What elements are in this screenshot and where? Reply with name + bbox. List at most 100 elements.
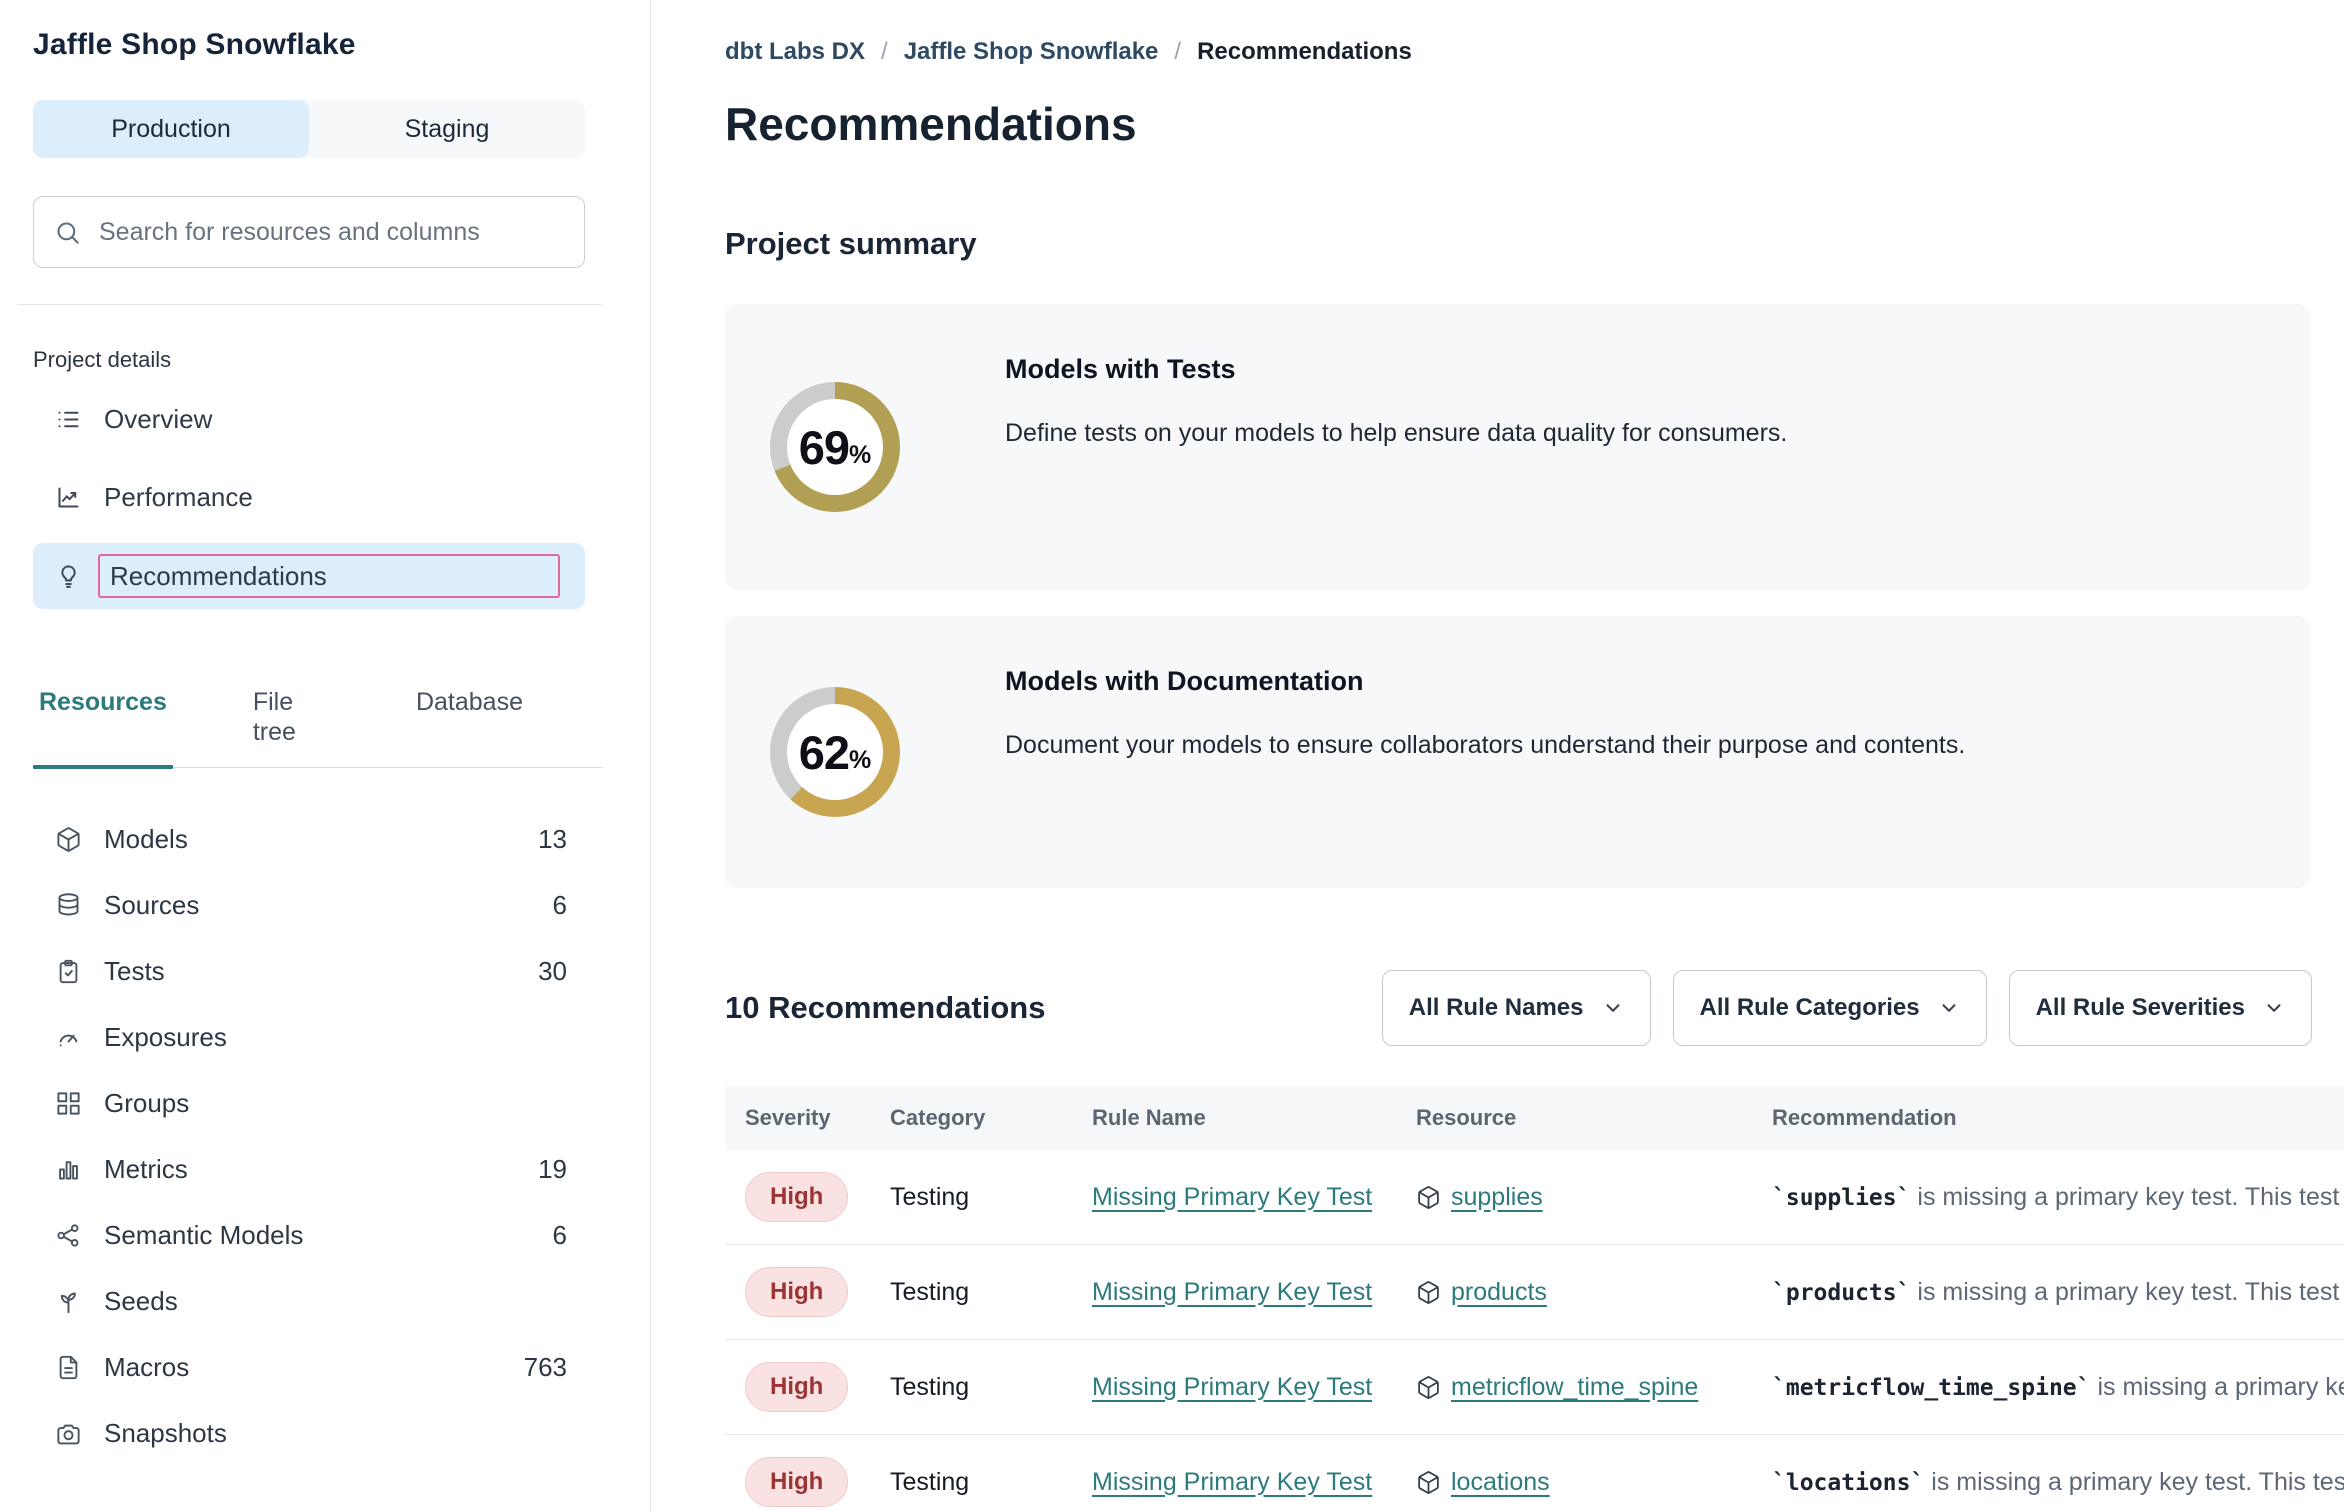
tab-file-tree[interactable]: File tree — [247, 687, 336, 767]
sidebar-divider — [17, 304, 602, 305]
recommendations-table: Severity Category Rule Name Resource Rec… — [725, 1086, 2344, 1512]
card-title: Models with Documentation — [1005, 664, 1965, 698]
breadcrumb: dbt Labs DX / Jaffle Shop Snowflake / Re… — [725, 38, 2344, 66]
recommendation-cell: `supplies` is missing a primary key test… — [1772, 1183, 2344, 1212]
rule-name-link[interactable]: Missing Primary Key Test — [1092, 1468, 1372, 1496]
resource-label: Groups — [104, 1088, 567, 1119]
clipboard-check-icon — [55, 958, 82, 985]
rule-name-link[interactable]: Missing Primary Key Test — [1092, 1183, 1372, 1211]
resource-link[interactable]: products — [1451, 1278, 1547, 1307]
sidebar-item-recommendations[interactable]: Recommendations — [33, 543, 585, 609]
filters: All Rule Names All Rule Categories All R… — [1382, 970, 2312, 1046]
app-root: Jaffle Shop Snowflake Production Staging… — [0, 0, 2344, 1512]
category-cell: Testing — [890, 1373, 1092, 1402]
sidebar-item-label: Overview — [104, 404, 212, 435]
resource-item-seeds[interactable]: Seeds — [33, 1268, 585, 1334]
recommendation-cell: `metricflow_time_spine` is missing a pri… — [1772, 1373, 2344, 1402]
donut-chart-documentation: 62% — [770, 687, 900, 817]
recommendation-cell: `locations` is missing a primary key tes… — [1772, 1468, 2344, 1497]
tab-database[interactable]: Database — [410, 687, 529, 767]
resource-label: Semantic Models — [104, 1220, 553, 1251]
resource-label: Seeds — [104, 1286, 567, 1317]
resource-cell: locations — [1416, 1468, 1772, 1497]
table-row: High Testing Missing Primary Key Test me… — [725, 1340, 2344, 1435]
page-title: Recommendations — [725, 96, 2344, 152]
resource-cell: products — [1416, 1278, 1772, 1307]
breadcrumb-current: Recommendations — [1197, 38, 1412, 66]
resource-link[interactable]: locations — [1451, 1468, 1550, 1497]
document-icon — [55, 1354, 82, 1381]
table-row: High Testing Missing Primary Key Test su… — [725, 1150, 2344, 1245]
search-box[interactable] — [33, 196, 585, 268]
percent-value: 69 — [799, 420, 849, 475]
database-icon — [55, 892, 82, 919]
filter-label: All Rule Categories — [1700, 994, 1920, 1022]
resource-count: 13 — [538, 824, 567, 855]
tab-resources[interactable]: Resources — [33, 687, 173, 767]
sidebar-item-performance[interactable]: Performance — [33, 465, 585, 529]
project-title: Jaffle Shop Snowflake — [33, 26, 650, 64]
resource-item-snapshots[interactable]: Snapshots — [33, 1400, 585, 1466]
cube-icon — [1416, 1470, 1441, 1495]
resource-item-groups[interactable]: Groups — [33, 1070, 585, 1136]
resource-label: Snapshots — [104, 1418, 567, 1449]
column-header-resource: Resource — [1416, 1105, 1772, 1131]
filter-label: All Rule Names — [1409, 994, 1584, 1022]
breadcrumb-link-account[interactable]: dbt Labs DX — [725, 38, 865, 66]
tab-staging[interactable]: Staging — [309, 100, 585, 158]
resource-link[interactable]: supplies — [1451, 1183, 1543, 1212]
filter-rule-names[interactable]: All Rule Names — [1382, 970, 1651, 1046]
summary-card-models-with-tests: 69% Models with Tests Define tests on yo… — [725, 304, 2310, 590]
project-details-nav: Overview Performance Recommendations — [33, 387, 650, 609]
annotation-highlight-box: Recommendations — [98, 554, 560, 598]
column-header-category: Category — [890, 1105, 1092, 1131]
search-icon — [54, 219, 81, 246]
resource-code: `metricflow_time_spine` — [1772, 1375, 2091, 1401]
resource-item-metrics[interactable]: Metrics 19 — [33, 1136, 585, 1202]
filter-rule-severities[interactable]: All Rule Severities — [2009, 970, 2312, 1046]
resource-item-exposures[interactable]: Exposures — [33, 1004, 585, 1070]
severity-badge: High — [745, 1267, 848, 1317]
filter-label: All Rule Severities — [2036, 994, 2245, 1022]
sidebar-item-overview[interactable]: Overview — [33, 387, 585, 451]
lightbulb-icon — [55, 563, 82, 590]
search-input[interactable] — [97, 217, 564, 248]
recommendations-toolbar: 10 Recommendations All Rule Names All Ru… — [725, 970, 2312, 1046]
list-icon — [55, 406, 82, 433]
chevron-down-icon — [1938, 997, 1960, 1019]
resource-item-macros[interactable]: Macros 763 — [33, 1334, 585, 1400]
resource-cell: metricflow_time_spine — [1416, 1373, 1772, 1402]
recommendation-cell: `products` is missing a primary key test… — [1772, 1278, 2344, 1307]
project-details-heading: Project details — [33, 347, 650, 373]
resource-code: `products` — [1772, 1280, 1910, 1306]
chart-line-icon — [55, 484, 82, 511]
rule-name-link[interactable]: Missing Primary Key Test — [1092, 1373, 1372, 1401]
tab-production[interactable]: Production — [33, 100, 309, 158]
card-description: Document your models to ensure collabora… — [1005, 730, 1965, 760]
category-cell: Testing — [890, 1183, 1092, 1212]
breadcrumb-separator: / — [1174, 38, 1181, 66]
resource-code: `locations` — [1772, 1470, 1924, 1496]
gauge-icon — [55, 1024, 82, 1051]
resource-item-sources[interactable]: Sources 6 — [33, 872, 585, 938]
resource-item-semantic-models[interactable]: Semantic Models 6 — [33, 1202, 585, 1268]
filter-rule-categories[interactable]: All Rule Categories — [1673, 970, 1987, 1046]
resource-item-models[interactable]: Models 13 — [33, 806, 585, 872]
recommendation-text: is missing a primary key test. This tes — [1924, 1468, 2344, 1496]
percent-symbol: % — [849, 441, 871, 470]
resource-count: 19 — [538, 1154, 567, 1185]
sidebar-item-label: Performance — [104, 482, 253, 513]
table-row: High Testing Missing Primary Key Test pr… — [725, 1245, 2344, 1340]
breadcrumb-link-project[interactable]: Jaffle Shop Snowflake — [904, 38, 1159, 66]
donut-center: 69% — [787, 399, 883, 495]
environment-switcher: Production Staging — [33, 100, 585, 158]
resource-label: Macros — [104, 1352, 524, 1383]
rule-name-link[interactable]: Missing Primary Key Test — [1092, 1278, 1372, 1306]
table-header: Severity Category Rule Name Resource Rec… — [725, 1086, 2344, 1150]
resource-item-tests[interactable]: Tests 30 — [33, 938, 585, 1004]
recommendation-text: is missing a primary ke — [2091, 1373, 2344, 1401]
resource-count: 6 — [553, 1220, 567, 1251]
resource-link[interactable]: metricflow_time_spine — [1451, 1373, 1698, 1402]
resource-label: Metrics — [104, 1154, 538, 1185]
sprout-icon — [55, 1288, 82, 1315]
